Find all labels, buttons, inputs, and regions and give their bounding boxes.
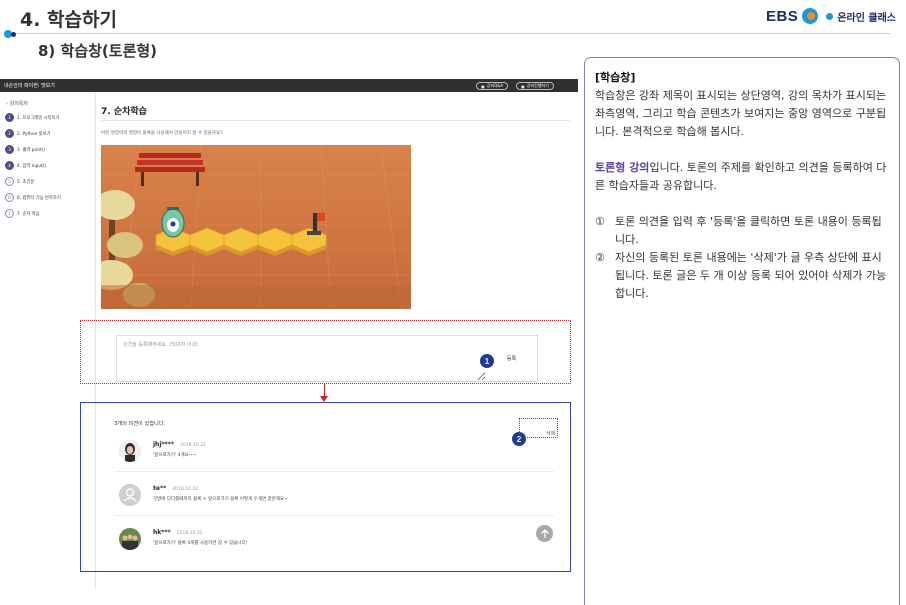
course-qa-button[interactable]: ▣ 강좌Q&A xyxy=(476,82,509,90)
ebs-mark-icon xyxy=(802,7,822,25)
explain-highlight: 토론형 강의 xyxy=(595,161,650,174)
lesson-divider xyxy=(101,120,570,121)
explain-item-text: 토론 의견을 입력 후 '등록'을 클릭하면 토론 내용이 등록됩니다. xyxy=(615,215,882,246)
bullet-icon xyxy=(4,30,18,38)
logo-dot-icon xyxy=(826,12,834,20)
comments-callout-frame xyxy=(80,402,571,572)
sidebar-item-label: 4. 입력 input() xyxy=(17,163,47,169)
explain-item-text: 자신의 등록된 토론 내용에는 '삭제'가 글 우측 상단에 표시됩니다. 토론… xyxy=(615,251,887,300)
delete-callout-frame xyxy=(519,418,558,438)
title-divider xyxy=(12,33,890,34)
opinion-callout-frame xyxy=(80,320,571,384)
lesson-number-icon: 4 xyxy=(5,161,14,170)
sidebar-item-3[interactable]: 3 3. 출력 print() xyxy=(5,145,45,154)
sidebar-item-label: 1. 프로그래밍 시작하기 xyxy=(17,115,60,121)
logo-text: 온라인 클래스 xyxy=(837,12,896,24)
discussion-topic: 어떤 명령어의 명령어 블록을 사용해서 만들어지 잘 수 있을까요? xyxy=(101,131,223,136)
sidebar-item-label: 5. 조건문 xyxy=(17,179,35,185)
chevron-left-icon: ‹ xyxy=(6,101,8,107)
course-progress-button[interactable]: ▣ 강좌진행하기 xyxy=(516,82,554,90)
lesson-number-icon: 7 xyxy=(5,209,14,218)
lesson-number-icon: 2 xyxy=(5,129,14,138)
explain-item-2: ② 자신의 등록된 토론 내용에는 '삭제'가 글 우측 상단에 표시됩니다. … xyxy=(595,249,889,303)
sidebar-item-4[interactable]: 4 4. 입력 input() xyxy=(5,161,46,170)
sidebar-item-label: 3. 출력 print() xyxy=(17,147,46,153)
explain-item-number: ② xyxy=(595,251,605,264)
lesson-number-icon: 6 xyxy=(5,193,14,202)
ebs-logo: EBS 온라인 클래스 xyxy=(766,7,896,25)
lesson-number-icon: 1 xyxy=(5,113,14,122)
course-appbar: 내손안의 파이썬: 맛보기 ▣ 강좌Q&A ▣ 강좌진행하기 xyxy=(0,79,578,92)
sidebar-item-7[interactable]: 7 7. 순차 학습 xyxy=(5,209,40,218)
progress-icon: ▣ xyxy=(521,83,525,89)
logo-brand: EBS xyxy=(765,7,799,25)
page-title: 4. 학습하기 xyxy=(20,9,117,31)
sidebar-item-label: 2. Python 맛보기 xyxy=(17,131,51,137)
explain-item-1: ① 토론 의견을 입력 후 '등록'을 클릭하면 토론 내용이 등록됩니다. xyxy=(595,213,889,249)
lesson-title: 7. 순차학습 xyxy=(101,107,147,117)
lesson-number-icon: 3 xyxy=(5,145,14,154)
sidebar-item-5[interactable]: 5 5. 조건문 xyxy=(5,177,34,186)
lesson-number-icon: 5 xyxy=(5,177,14,186)
sidebar-item-2[interactable]: 2 2. Python 맛보기 xyxy=(5,129,51,138)
game-illustration xyxy=(101,145,411,309)
sidebar-item-label: 7. 순차 학습 xyxy=(17,211,40,217)
course-title: 내손안의 파이썬: 맛보기 xyxy=(4,83,55,89)
explain-paragraph-1: 학습창은 강좌 제목이 표시되는 상단영역, 강의 목차가 표시되는 좌측영역,… xyxy=(595,89,887,138)
sidebar-item-label: 6. 컴퓨터 기능 반복하기 xyxy=(17,195,61,201)
explanation-panel: [학습창] 학습창은 강좌 제목이 표시되는 상단영역, 강의 목차가 표시되는… xyxy=(584,57,900,605)
sidebar-item-1[interactable]: 1 1. 프로그래밍 시작하기 xyxy=(5,113,59,122)
section-subtitle: 8) 학습창(토론형) xyxy=(38,42,158,60)
explain-paragraph-2: 토론형 강의입니다. 토론의 주제를 확인하고 의견을 등록하여 다른 학습자들… xyxy=(595,159,889,195)
sidebar-item-6[interactable]: 6 6. 컴퓨터 기능 반복하기 xyxy=(5,193,61,202)
toc-back-link[interactable]: ‹ 강의목차 xyxy=(6,100,28,107)
qa-icon: ▣ xyxy=(481,83,485,89)
explain-heading: [학습창] xyxy=(595,71,636,84)
explain-item-number: ① xyxy=(595,215,605,228)
